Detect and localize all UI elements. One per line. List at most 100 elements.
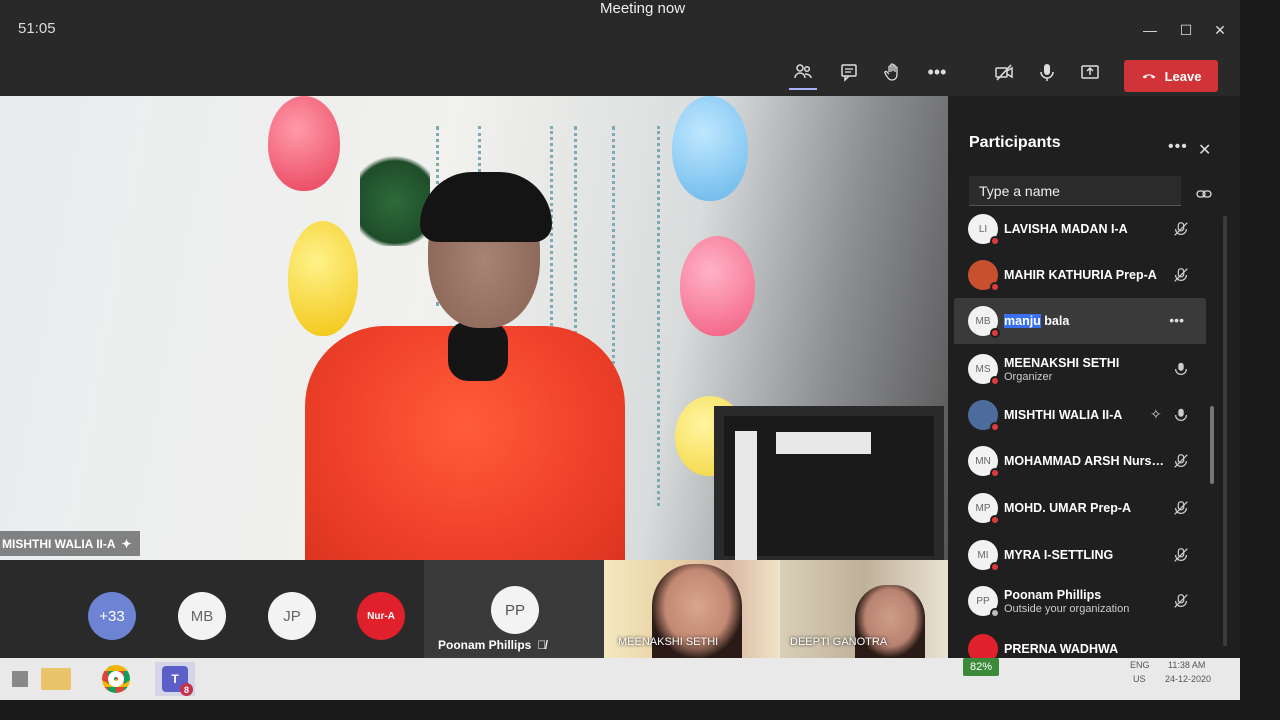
participant-row[interactable]: MI MYRA I-SETTLING (954, 532, 1206, 578)
nur-a-avatar[interactable]: Nur-A (357, 592, 405, 640)
participant-row-selected[interactable]: MB manju bala ••• (954, 298, 1206, 344)
close-window-icon[interactable]: ✕ (1212, 22, 1228, 38)
status-dot (990, 422, 1000, 432)
avatar: MN (968, 446, 1000, 478)
participant-row[interactable]: MAHIR KATHURIA Prep-A (954, 252, 1206, 298)
participant-name: MISHTHI WALIA II-A (1004, 408, 1123, 422)
video-tile[interactable]: DEEPTI GANOTRA (780, 560, 948, 658)
monitor-bezel-bottom (0, 700, 1280, 720)
microphone-button[interactable] (1031, 56, 1063, 88)
participant-text: manju bala (1004, 314, 1164, 328)
avatar (968, 400, 1000, 432)
video-tile[interactable]: PP Poonam Phillips 🎙̸ (424, 560, 604, 658)
chair-slat (735, 431, 757, 560)
participant-name: manju bala (1004, 314, 1164, 328)
participant-row[interactable]: MS MEENAKSHI SETHI Organizer (954, 346, 1206, 392)
chrome-icon[interactable] (96, 662, 136, 696)
mic-muted-icon[interactable] (1172, 592, 1190, 610)
clock-date: 24-12-2020 (1165, 674, 1212, 684)
avatar: MS (968, 354, 1000, 386)
participant-text: MOHD. UMAR Prep-A (1004, 501, 1164, 515)
participant-name: LAVISHA MADAN I-A (1004, 222, 1128, 236)
link-icon[interactable] (1196, 189, 1212, 199)
participant-list: LI LAVISHA MADAN I-A MAHIR KATHURIA Prep… (948, 212, 1228, 658)
avatar[interactable]: MB (178, 592, 226, 640)
share-icon (1081, 65, 1099, 79)
more-actions-button[interactable]: ••• (921, 56, 953, 88)
file-explorer-icon[interactable] (36, 662, 76, 696)
participant-row[interactable]: PP Poonam Phillips Outside your organizat… (954, 578, 1206, 624)
mic-icon[interactable] (1172, 360, 1190, 378)
participant-name: MAHIR KATHURIA Prep-A (1004, 268, 1157, 282)
show-participants-button[interactable] (787, 56, 819, 90)
monitor-bezel (1240, 0, 1280, 720)
battery-indicator[interactable]: 82% (963, 658, 999, 676)
avatar-initials: MB (975, 315, 991, 327)
participant-row[interactable]: PRERNA WADHWA (954, 626, 1206, 658)
mic-muted-icon[interactable] (1172, 266, 1190, 284)
people-icon (794, 64, 812, 79)
show-chat-button[interactable] (833, 56, 865, 88)
row-more-icon[interactable]: ••• (1169, 312, 1184, 328)
hang-up-icon (1142, 74, 1155, 79)
hand-icon (884, 63, 898, 81)
avatar: PP (491, 586, 539, 634)
microphone-icon (1040, 64, 1054, 81)
status-dot (990, 468, 1000, 478)
status-dot (990, 282, 1000, 292)
name-rest: bala (1040, 314, 1070, 328)
tile-label: Poonam Phillips 🎙̸ (438, 638, 546, 652)
raise-hand-button[interactable] (877, 56, 909, 88)
speaker-name: MISHTHI WALIA II-A (2, 536, 116, 551)
minimize-icon[interactable]: — (1142, 22, 1158, 38)
status-dot (990, 608, 1000, 618)
avatar: PP (968, 586, 1000, 618)
participant-text: MAHIR KATHURIA Prep-A (1004, 268, 1164, 282)
start-icon[interactable] (0, 662, 40, 696)
leave-label: Leave (1164, 68, 1202, 84)
status-dot (990, 562, 1000, 572)
participant-text: MISHTHI WALIA II-A (1004, 408, 1164, 422)
christmas-tree (360, 136, 430, 246)
main-video: MISHTHI WALIA II-A ✦ (0, 96, 948, 560)
speaker-neck (448, 321, 508, 381)
avatar: LI (968, 214, 1000, 246)
leave-button[interactable]: Leave (1124, 60, 1218, 92)
share-screen-button[interactable] (1074, 56, 1106, 88)
mic-muted-icon: 🎙̸ (537, 638, 547, 652)
avatar: MI (968, 540, 1000, 572)
participant-name: MYRA I-SETTLING (1004, 548, 1114, 562)
participant-row[interactable]: MP MOHD. UMAR Prep-A (954, 485, 1206, 531)
participant-row[interactable]: MN MOHAMMAD ARSH Nurse... (954, 438, 1206, 484)
avatar[interactable]: JP (268, 592, 316, 640)
participant-row[interactable]: LI LAVISHA MADAN I-A (954, 212, 1206, 252)
camera-off-icon (995, 64, 1013, 81)
tile-name: DEEPTI GANOTRA (790, 636, 888, 648)
panel-close-icon[interactable]: ✕ (1198, 140, 1211, 160)
camera-off-button[interactable] (988, 56, 1020, 88)
mic-muted-icon[interactable] (1172, 220, 1190, 238)
participant-text: PRERNA WADHWA (1004, 642, 1164, 656)
overflow-participants-button[interactable]: +33 (88, 592, 136, 640)
maximize-icon[interactable]: ☐ (1178, 22, 1194, 38)
clock-time[interactable]: 11:38 AM (1168, 660, 1205, 670)
teams-icon[interactable]: T8 (155, 662, 195, 696)
participant-name: MOHD. UMAR Prep-A (1004, 501, 1132, 515)
participant-text: Poonam Phillips Outside your organization (1004, 588, 1164, 615)
avatar-initials: MS (975, 363, 991, 375)
mic-icon[interactable] (1172, 406, 1190, 424)
mic-muted-icon[interactable] (1172, 546, 1190, 564)
panel-more-icon[interactable]: ••• (1168, 138, 1188, 156)
balloon (288, 221, 358, 336)
video-tile[interactable]: MEENAKSHI SETHI (604, 560, 780, 658)
search-participants-input[interactable] (969, 176, 1181, 206)
pin-icon[interactable]: ✧ (1150, 406, 1166, 422)
meeting-timer: 51:05 (18, 20, 56, 37)
status-dot (990, 236, 1000, 246)
participant-row[interactable]: MISHTHI WALIA II-A ✧ (954, 392, 1206, 438)
participant-text: MEENAKSHI SETHI Organizer (1004, 356, 1164, 383)
mic-muted-icon[interactable] (1172, 499, 1190, 517)
mic-muted-icon[interactable] (1172, 452, 1190, 470)
avatar (968, 260, 1000, 292)
language-indicator[interactable]: ENG (1130, 660, 1150, 670)
